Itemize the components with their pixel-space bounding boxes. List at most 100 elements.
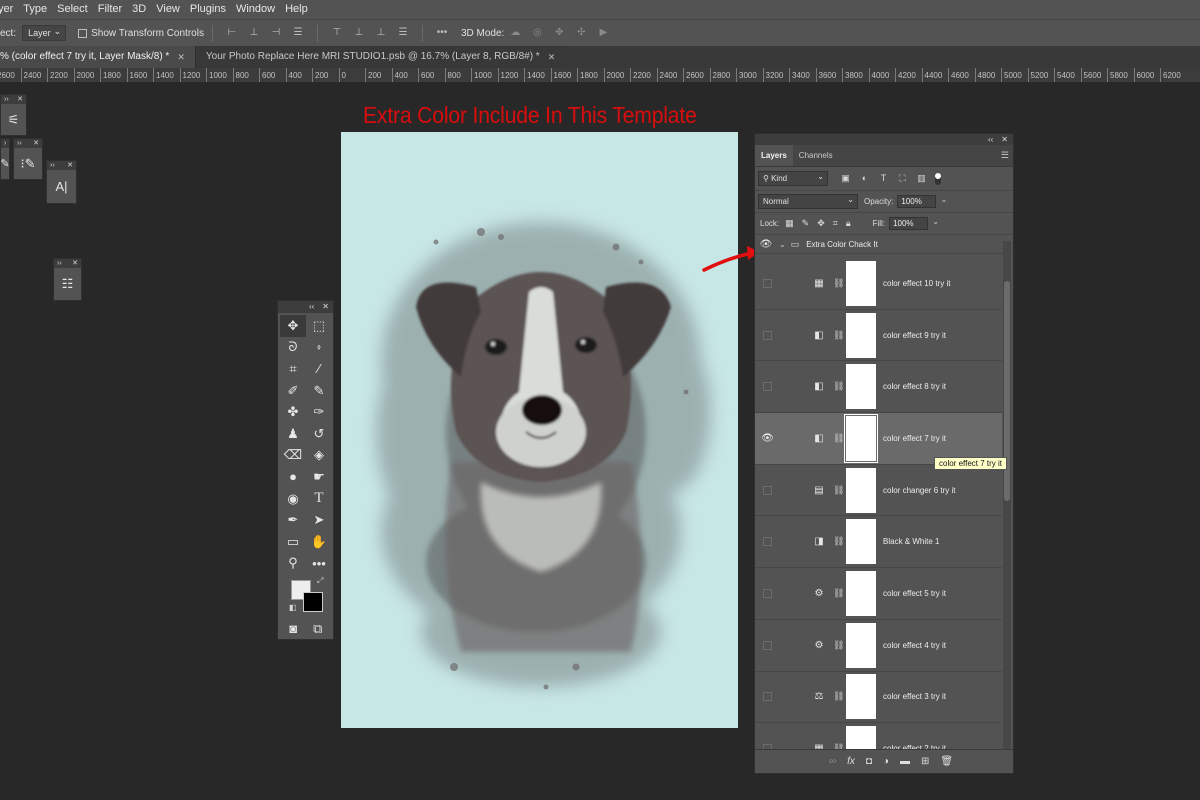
menu-plugins[interactable]: Plugins <box>186 0 230 19</box>
layer-mask-thumbnail[interactable] <box>846 519 876 565</box>
adjustments-icon[interactable]: ⚟ <box>1 104 26 135</box>
pixel-filter-icon[interactable]: ▣ <box>840 174 851 183</box>
character-icon[interactable]: A| <box>47 170 76 203</box>
photo-filter-icon[interactable]: ⚙ <box>812 640 826 651</box>
lock-artboard-icon[interactable]: ⌗ <box>833 218 838 229</box>
photo-filter-icon[interactable]: ⚙ <box>812 588 826 599</box>
brush-icon[interactable]: ✎ <box>0 148 9 179</box>
lasso-tool-icon[interactable]: ᘐ <box>280 337 306 359</box>
brush-settings-icon[interactable]: ⁝✎ <box>14 148 42 179</box>
visibility-toggle[interactable] <box>755 382 780 392</box>
opacity-input[interactable]: 100% <box>897 194 947 208</box>
panel-menu-icon[interactable]: ☰ <box>1001 150 1009 161</box>
add-mask-icon[interactable]: ◘ <box>866 756 872 767</box>
layer-mask-thumbnail[interactable] <box>846 726 876 750</box>
layer-row[interactable]: ▦ ⛓ color effect 10 try it <box>755 258 1002 310</box>
quick-selection-tool-icon[interactable]: ⬫ <box>306 337 332 359</box>
smart-object-filter-icon[interactable]: ▥ <box>916 174 927 183</box>
close-icon[interactable]: ✕ <box>72 259 78 268</box>
gradient-map-icon[interactable]: ◧ <box>812 330 826 341</box>
type-tool-icon[interactable]: T <box>306 488 332 510</box>
chain-link-icon[interactable]: ⛓ <box>833 433 844 444</box>
background-color-swatch[interactable] <box>303 592 323 613</box>
3d-orbit-icon[interactable]: ☁ <box>509 28 521 38</box>
layers-scrollbar[interactable] <box>1003 241 1011 753</box>
visibility-toggle[interactable] <box>755 640 780 650</box>
new-layer-icon[interactable]: ⊞ <box>921 756 929 767</box>
sliders-icon[interactable]: ☷ <box>54 268 81 300</box>
align-top-icon[interactable]: ⊤ <box>331 28 343 38</box>
gradient-map-icon[interactable]: ◧ <box>812 433 826 444</box>
channel-mixer-icon[interactable]: ▤ <box>812 485 826 496</box>
chain-link-icon[interactable]: ⛓ <box>833 691 844 702</box>
close-icon[interactable]: ✕ <box>548 46 556 68</box>
tab-channels[interactable]: Channels <box>793 145 839 166</box>
transform-controls-checkbox[interactable] <box>78 28 88 38</box>
paint-bucket-tool-icon[interactable]: ◈ <box>306 445 332 467</box>
grid-adjust-icon[interactable]: ▦ <box>812 278 826 289</box>
menu-type[interactable]: Type <box>19 0 51 19</box>
expand-icon[interactable]: ›› <box>57 259 62 268</box>
layer-row[interactable]: ▦ ⛓ color effect 2 try it <box>755 723 1002 750</box>
close-icon[interactable]: ✕ <box>33 139 39 148</box>
close-icon[interactable]: ✕ <box>67 161 73 170</box>
close-icon[interactable]: ✕ <box>322 301 329 313</box>
layer-mask-thumbnail[interactable] <box>846 467 876 513</box>
fill-input[interactable]: 100% <box>889 216 939 230</box>
menu-3d[interactable]: 3D <box>128 0 150 19</box>
rectangle-tool-icon[interactable]: ▭ <box>280 531 306 553</box>
sponge-tool-icon[interactable]: ◉ <box>280 488 306 510</box>
chevron-down-icon[interactable]: ⌄ <box>779 240 786 249</box>
layer-mask-thumbnail[interactable] <box>844 413 878 463</box>
menu-window[interactable]: Window <box>232 0 279 19</box>
smudge-tool-icon[interactable]: ☛ <box>306 466 332 488</box>
lock-position-icon[interactable]: ✥ <box>817 218 825 229</box>
link-layers-icon[interactable]: ∞ <box>829 756 836 767</box>
layer-row[interactable]: ⚖ ⛓ color effect 3 try it <box>755 672 1002 724</box>
layer-row[interactable]: ◨ ⛓ Black & White 1 <box>755 516 1002 569</box>
close-icon[interactable]: ✕ <box>17 95 23 104</box>
more-tools-icon[interactable]: ••• <box>306 553 332 575</box>
visibility-toggle[interactable] <box>755 278 780 288</box>
marquee-tool-icon[interactable]: ⬚ <box>306 315 332 337</box>
brush-tool-icon[interactable]: ✑ <box>306 401 332 423</box>
pencil-tool-icon[interactable]: ✎ <box>306 380 332 402</box>
3d-roll-icon[interactable]: ◎ <box>531 28 543 38</box>
layer-row[interactable]: ⚙ ⛓ color effect 5 try it <box>755 568 1002 620</box>
align-bottom-icon[interactable]: ⊥ <box>375 28 387 38</box>
blur-tool-icon[interactable]: ● <box>280 466 306 488</box>
swap-colors-icon[interactable]: ⤢ <box>317 576 323 586</box>
lock-transparency-icon[interactable]: ▦ <box>785 218 794 229</box>
3d-camera-icon[interactable]: ▶ <box>597 28 609 38</box>
new-group-icon[interactable]: ▬ <box>900 756 910 767</box>
layer-row[interactable]: ◧ ⛓ color effect 8 try it <box>755 361 1002 414</box>
crop-tool-icon[interactable]: ⌗ <box>280 358 306 380</box>
layer-mask-thumbnail[interactable] <box>846 570 876 616</box>
distribute-icon[interactable]: ☰ <box>292 28 304 38</box>
visibility-toggle[interactable] <box>755 692 780 702</box>
layer-mask-thumbnail[interactable] <box>846 312 876 358</box>
tab-layers[interactable]: Layers <box>755 145 793 166</box>
kind-filter-dropdown[interactable]: ⚲ Kind <box>758 170 828 186</box>
layer-group-row[interactable]: 👁︎ ⌄ ▭ Extra Color Chack It <box>755 235 1013 254</box>
quick-mask-icon[interactable]: ◙ <box>282 618 304 640</box>
close-icon[interactable]: ✕ <box>177 46 185 68</box>
chain-link-icon[interactable]: ⛓ <box>833 278 844 289</box>
visibility-toggle[interactable] <box>755 330 780 340</box>
filter-toggle[interactable] <box>935 172 941 185</box>
path-selection-tool-icon[interactable]: ➤ <box>306 509 332 531</box>
layer-row[interactable]: ◧ ⛓ color effect 9 try it <box>755 310 1002 362</box>
close-icon[interactable]: ✕ <box>1001 134 1008 145</box>
adjustment-filter-icon[interactable]: ◐ <box>859 174 870 183</box>
align-middle-icon[interactable]: ⊥ <box>353 28 365 38</box>
menu-view[interactable]: View <box>152 0 184 19</box>
adjustment-layer-icon[interactable]: ◑ <box>883 756 889 767</box>
visibility-toggle[interactable] <box>755 485 780 495</box>
visibility-toggle[interactable] <box>755 537 780 547</box>
collapse-icon[interactable]: ‹‹ <box>988 134 993 145</box>
align-center-icon[interactable]: ⊥ <box>248 28 260 38</box>
move-tool-icon[interactable]: ✥ <box>280 315 306 337</box>
layer-mask-thumbnail[interactable] <box>846 622 876 668</box>
layer-row[interactable]: ▤ ⛓ color changer 6 try it <box>755 465 1002 517</box>
gradient-map-icon[interactable]: ◧ <box>812 381 826 392</box>
